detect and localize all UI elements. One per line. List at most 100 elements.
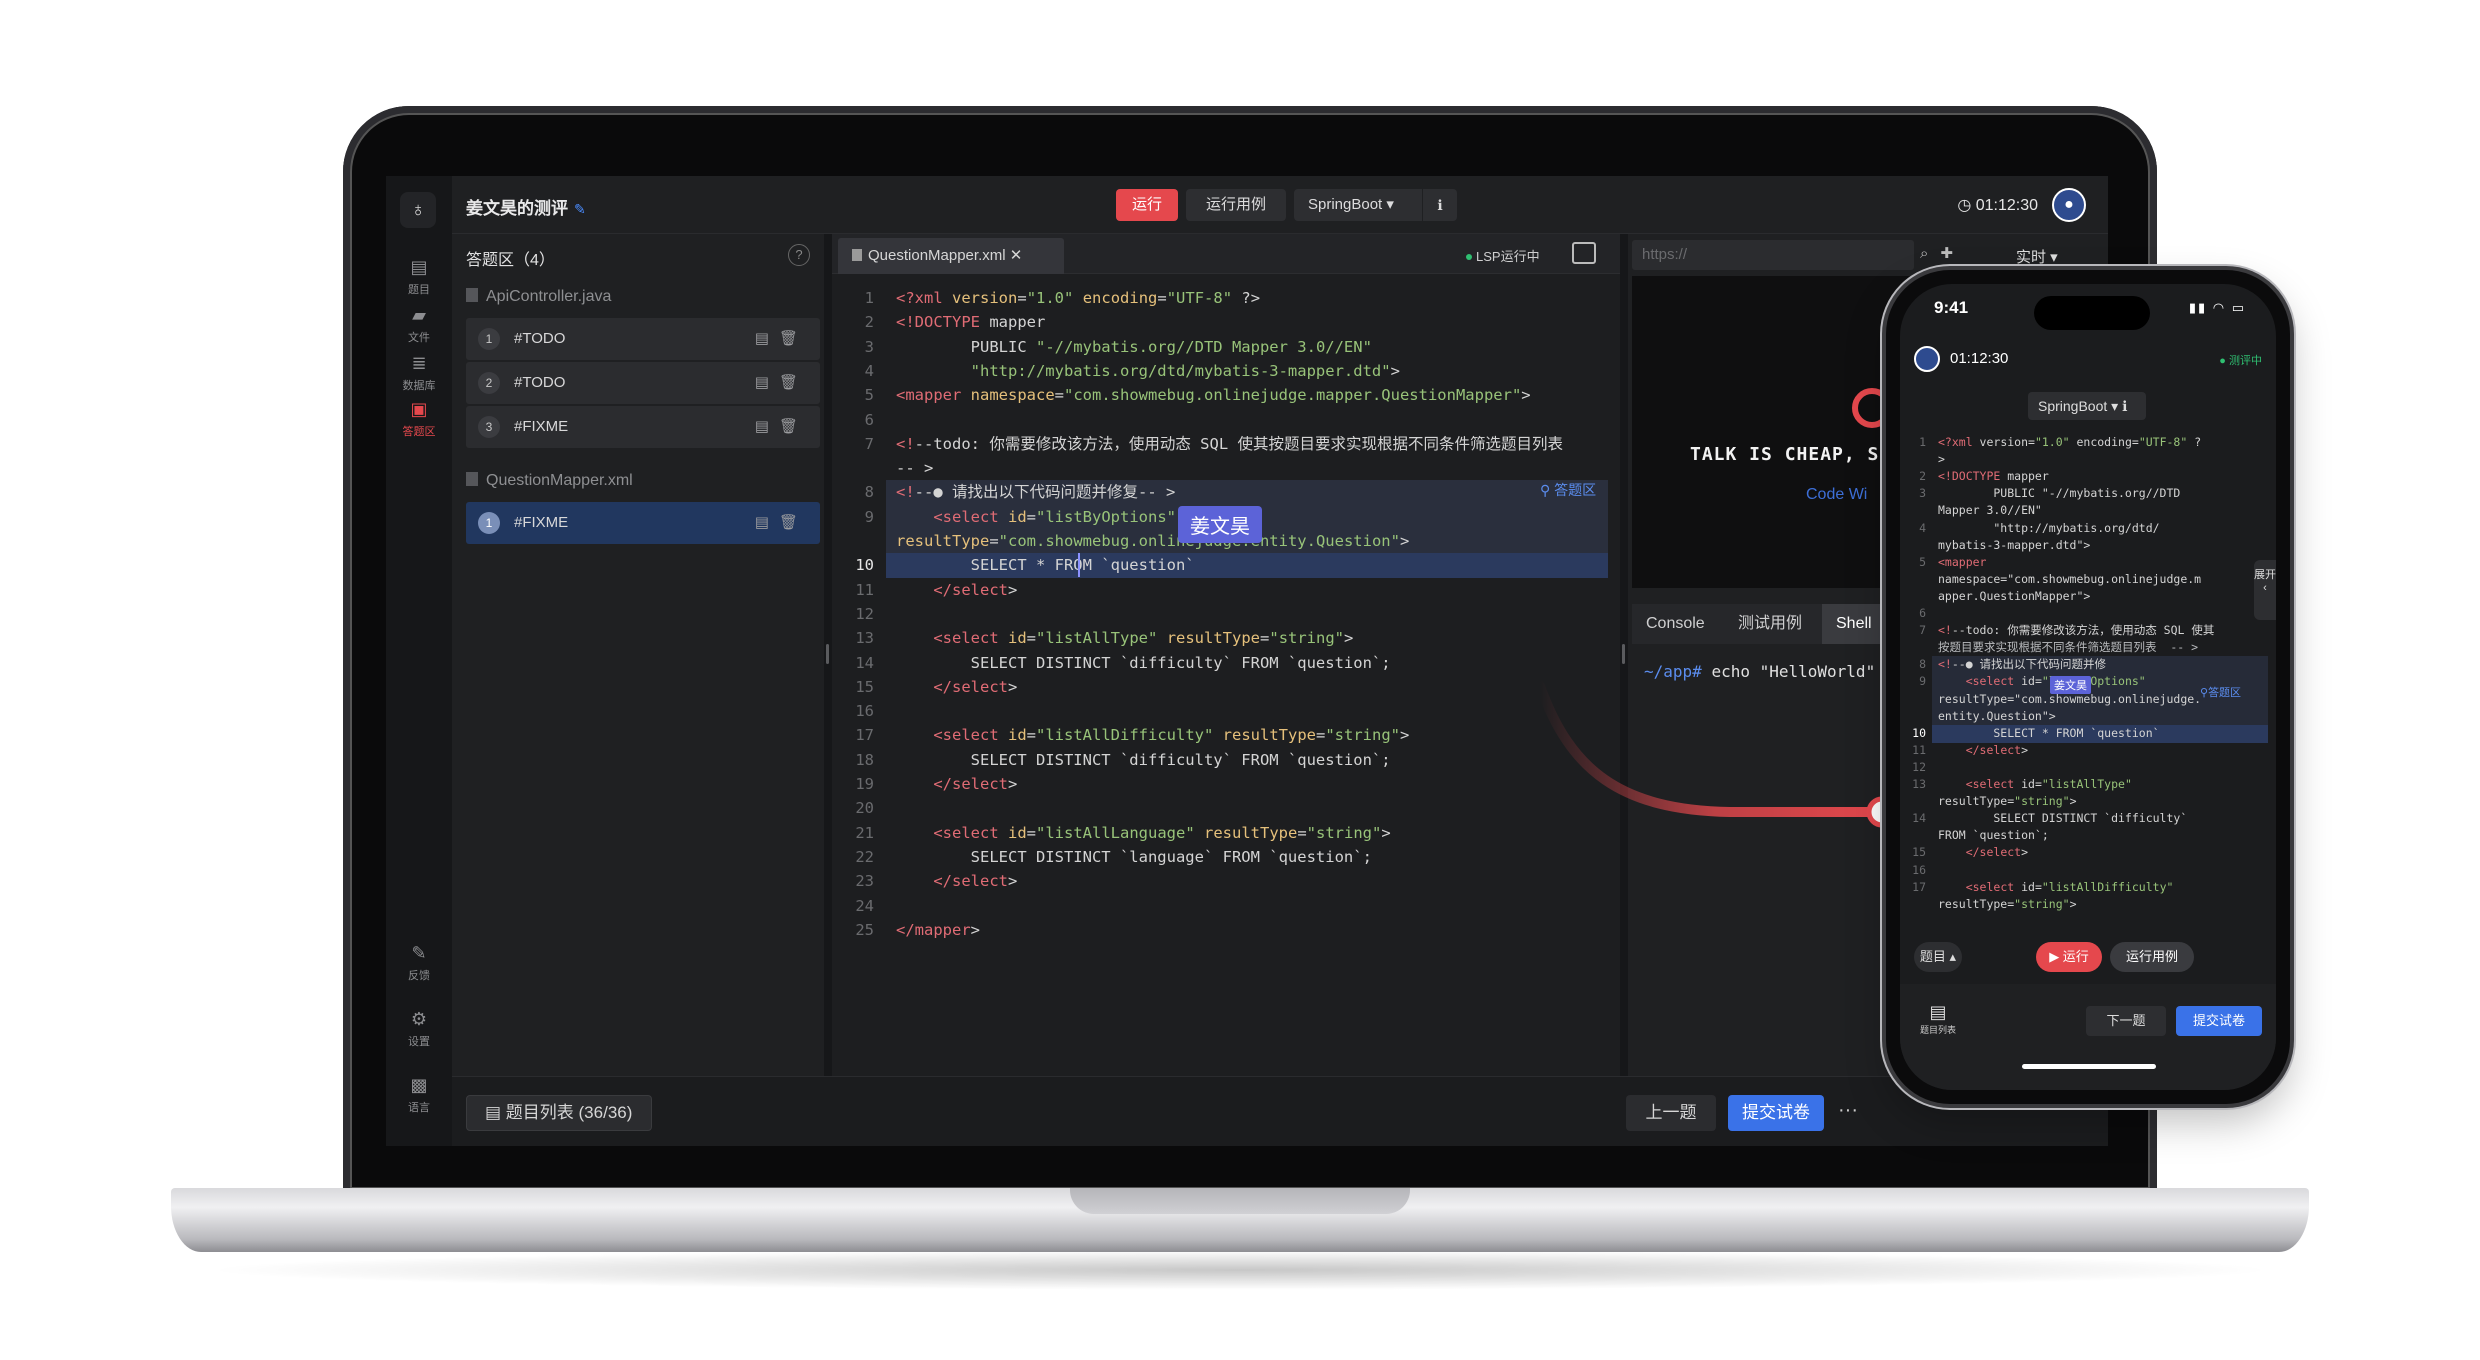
resize-grip[interactable] <box>1622 644 1625 664</box>
answer-item[interactable]: 3 #FIXME ▤🗑 <box>466 406 820 448</box>
phone-code-line[interactable]: entity.Question"> <box>1900 708 2276 725</box>
phone-code-line[interactable]: 16 <box>1900 862 2276 879</box>
avatar[interactable] <box>1914 346 1940 372</box>
phone-code-line[interactable]: 1 <?xml version="1.0" encoding="UTF-8" ? <box>1900 434 2276 451</box>
avatar[interactable]: ● <box>2052 188 2086 222</box>
phone-code-line[interactable]: 15 </select> <box>1900 844 2276 861</box>
code-line[interactable]: 25 </mapper> <box>832 918 1620 942</box>
phone-next-button[interactable]: 下一题 <box>2086 1006 2166 1036</box>
code-line[interactable]: 5 <mapper namespace="com.showmebug.online… <box>832 383 1620 407</box>
code-line[interactable]: 4 "http://mybatis.org/dtd/mybatis-3-mapp… <box>832 359 1620 383</box>
rail-item-language[interactable]: ▩ 语言 <box>386 1074 452 1115</box>
rail-item-question[interactable]: ▤ 题目 <box>386 256 452 297</box>
phone-code-line[interactable]: FROM `question`; <box>1900 827 2276 844</box>
code-line[interactable]: 14 SELECT DISTINCT `difficulty` FROM `qu… <box>832 651 1620 675</box>
phone-run-button[interactable]: ▶ 运行 <box>2036 942 2102 972</box>
code-line[interactable]: 20 <box>832 796 1620 820</box>
live-select[interactable]: 实时 ▾ <box>2016 246 2058 267</box>
question-list-button[interactable]: ▤ 题目列表 (36/36) <box>466 1095 652 1131</box>
tab-test-cases[interactable]: 测试用例 <box>1724 604 1816 644</box>
submit-exam-button[interactable]: 提交试卷 <box>1728 1095 1824 1131</box>
phone-code-line[interactable]: 17 <select id="listAllDifficulty" <box>1900 879 2276 896</box>
edit-icon[interactable]: ▤ <box>755 330 779 347</box>
code-line[interactable]: -- > <box>832 456 1620 480</box>
phone-code-line[interactable]: 3 PUBLIC "-//mybatis.org//DTD <box>1900 485 2276 502</box>
terminal-line[interactable]: ~/app# echo "HelloWorld" <box>1644 662 1875 681</box>
trash-icon[interactable]: 🗑 <box>779 374 808 391</box>
info-icon[interactable]: ℹ <box>1423 189 1457 221</box>
trash-icon[interactable]: 🗑 <box>779 330 808 347</box>
trash-icon[interactable]: 🗑 <box>779 514 808 531</box>
phone-run-cases-button[interactable]: 运行用例 <box>2110 942 2194 972</box>
code-line[interactable]: 3 PUBLIC "-//mybatis.org//DTD Mapper 3.0… <box>832 335 1620 359</box>
rail-item-answer-area[interactable]: ▣ 答题区 <box>386 398 452 439</box>
phone-code-line[interactable]: 11 </select> <box>1900 742 2276 759</box>
phone-code-line[interactable]: > <box>1900 451 2276 468</box>
answer-area-link[interactable]: ⚲ 答题区 <box>1540 480 1596 500</box>
run-button[interactable]: 运行 <box>1116 189 1178 221</box>
code-line[interactable]: 24 <box>832 894 1620 918</box>
code-line[interactable]: 2 <!DOCTYPE mapper <box>832 310 1620 334</box>
code-line[interactable]: 1 <?xml version="1.0" encoding="UTF-8" ?> <box>832 286 1620 310</box>
code-editor[interactable]: QuestionMapper.xml ✕ LSP运行中 1 <?xml versi… <box>832 234 1620 1076</box>
edit-icon[interactable]: ▤ <box>755 514 779 531</box>
code-line[interactable]: 23 </select> <box>832 869 1620 893</box>
code-line[interactable]: 8 <!--● 请找出以下代码问题并修复-- > <box>832 480 1620 504</box>
editor-tab[interactable]: QuestionMapper.xml ✕ <box>838 238 1064 274</box>
answer-item[interactable]: 2 #TODO ▤🗑 <box>466 362 820 404</box>
code-line[interactable]: 11 </select> <box>832 578 1620 602</box>
answer-item-active[interactable]: 1 #FIXME ▤🗑 <box>466 502 820 544</box>
close-icon[interactable]: ✕ <box>1006 247 1023 264</box>
tab-console[interactable]: Console <box>1632 604 1719 644</box>
url-input[interactable]: https:// <box>1632 240 1914 270</box>
code-line[interactable]: 17 <select id="listAllDifficulty" result… <box>832 723 1620 747</box>
phone-code-line[interactable]: 14 SELECT DISTINCT `difficulty` <box>1900 810 2276 827</box>
framework-select[interactable]: SpringBoot ▾ <box>1294 189 1422 221</box>
split-view-icon[interactable] <box>1572 242 1596 264</box>
help-icon[interactable]: ? <box>788 244 810 266</box>
phone-code-line[interactable]: 6 <box>1900 605 2276 622</box>
rail-item-files[interactable]: ▰ 文件 <box>386 304 452 345</box>
code-line[interactable]: 18 SELECT DISTINCT `difficulty` FROM `qu… <box>832 748 1620 772</box>
answer-item[interactable]: 1 #TODO ▤🗑 <box>466 318 820 360</box>
rail-item-feedback[interactable]: ✎ 反馈 <box>386 942 452 983</box>
phone-code-line[interactable]: resultType="string"> <box>1900 793 2276 810</box>
code-line[interactable]: 6 <box>832 408 1620 432</box>
edit-icon[interactable]: ▤ <box>755 418 779 435</box>
phone-code-line[interactable]: 10 SELECT * FROM `question` <box>1900 725 2276 742</box>
prev-question-button[interactable]: 上一题 <box>1626 1095 1716 1131</box>
phone-code-line[interactable]: 8 <!--● 请找出以下代码问题并修 <box>1900 656 2276 673</box>
phone-code-line[interactable]: 13 <select id="listAllType" <box>1900 776 2276 793</box>
phone-answer-area-link[interactable]: ⚲答题区 <box>2200 684 2241 700</box>
trash-icon[interactable]: 🗑 <box>779 418 808 435</box>
code-line[interactable]: 19 </select> <box>832 772 1620 796</box>
more-icon[interactable]: ··· <box>1838 1099 1858 1122</box>
phone-code-line[interactable]: 12 <box>1900 759 2276 776</box>
run-cases-button[interactable]: 运行用例 <box>1186 189 1286 221</box>
phone-code-line[interactable]: apper.QuestionMapper"> <box>1900 588 2276 605</box>
phone-framework-select[interactable]: SpringBoot ▾ ℹ <box>2028 392 2146 420</box>
info-icon[interactable]: ℹ <box>2118 398 2127 414</box>
edit-pencil-icon[interactable]: ✎ <box>574 201 586 217</box>
code-line[interactable]: 7 <!--todo: 你需要修改该方法，使用动态 SQL 使其按题目要求实现根据… <box>832 432 1620 456</box>
resize-grip[interactable] <box>826 644 829 664</box>
phone-code-line[interactable]: 5 <mapper <box>1900 554 2276 571</box>
phone-submit-button[interactable]: 提交试卷 <box>2176 1006 2262 1036</box>
phone-question-button[interactable]: 题目 ▴ <box>1914 942 1962 972</box>
rail-item-database[interactable]: ≣ 数据库 <box>386 352 452 393</box>
code-line[interactable]: 21 <select id="listAllLanguage" resultTy… <box>832 821 1620 845</box>
code-line[interactable]: 12 <box>832 602 1620 626</box>
app-logo-icon[interactable]: ♁ <box>400 192 436 228</box>
code-line[interactable]: 10 SELECT * FROM `question` <box>832 553 1620 577</box>
phone-code-line[interactable]: 4 "http://mybatis.org/dtd/ <box>1900 520 2276 537</box>
preview-subline[interactable]: Code Wi <box>1806 486 1867 504</box>
panel-resizer[interactable] <box>824 234 832 1076</box>
phone-code-line[interactable]: Mapper 3.0//EN" <box>1900 502 2276 519</box>
code-line[interactable]: 15 </select> <box>832 675 1620 699</box>
phone-code-line[interactable]: 2 <!DOCTYPE mapper <box>1900 468 2276 485</box>
file-title[interactable]: ApiController.java <box>466 288 611 306</box>
wrench-icon[interactable]: ✚ <box>1940 245 1965 262</box>
phone-code-line[interactable]: mybatis-3-mapper.dtd"> <box>1900 537 2276 554</box>
code-line[interactable]: 16 <box>832 699 1620 723</box>
phone-question-list-button[interactable]: ▤ 题目列表 <box>1920 1002 1956 1036</box>
